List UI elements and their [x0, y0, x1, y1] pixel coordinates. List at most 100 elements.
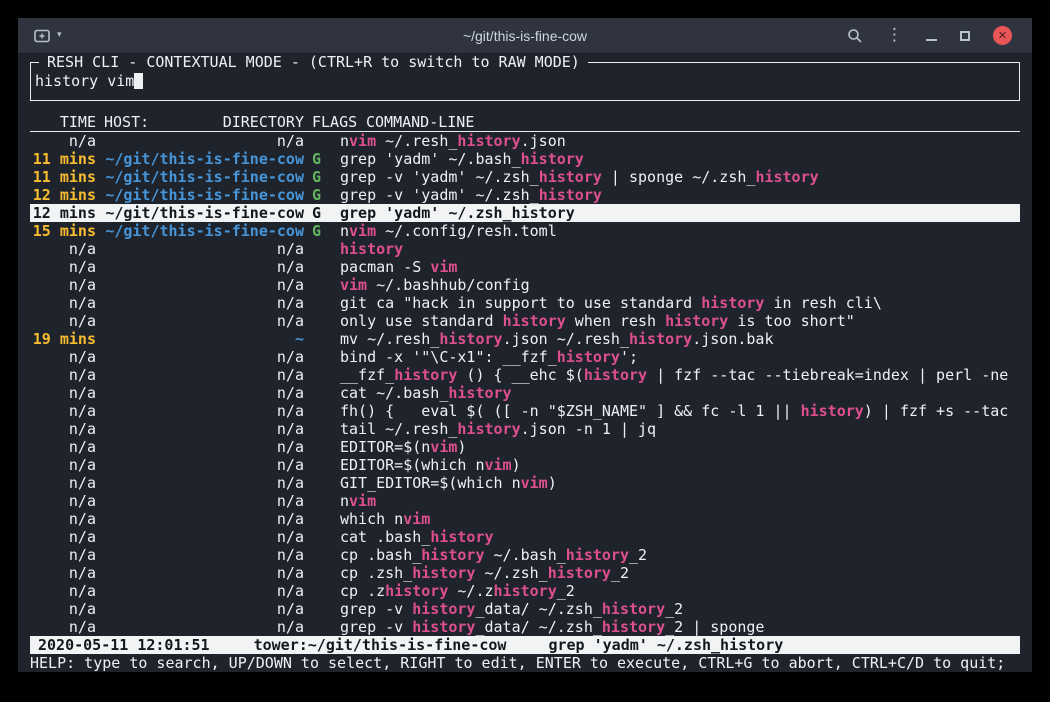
history-row[interactable]: n/an/agit ca "hack in support to use sta…: [30, 294, 1020, 312]
history-row[interactable]: n/an/acp .zsh_history ~/.zsh_history_2: [30, 564, 1020, 582]
command-text: cp .zsh_: [340, 564, 412, 582]
command-text: | fzf --tac --tiebreak=index | perl -ne: [647, 366, 1008, 384]
help-line: HELP: type to search, UP/DOWN to select,…: [30, 654, 1020, 672]
match-highlight: history: [701, 294, 764, 312]
history-row[interactable]: n/an/ahistory: [30, 240, 1020, 258]
row-host: ~: [104, 330, 304, 348]
history-row[interactable]: n/an/afh() { eval $( ([ -n "$ZSH_NAME" ]…: [30, 402, 1020, 420]
match-highlight: history: [539, 186, 602, 204]
row-time: n/a: [30, 492, 96, 510]
row-time: n/a: [30, 546, 96, 564]
command-text: ): [457, 438, 466, 456]
close-button[interactable]: ✕: [993, 26, 1012, 45]
history-row[interactable]: n/an/aEDITOR=$(which nvim): [30, 456, 1020, 474]
row-flags: G: [312, 186, 332, 204]
command-text: n: [340, 132, 349, 150]
history-row[interactable]: n/an/acp .bash_history ~/.bash_history_2: [30, 546, 1020, 564]
history-row[interactable]: n/an/anvim: [30, 492, 1020, 510]
command-text: git ca "hack in support to use standard: [340, 294, 701, 312]
history-row[interactable]: n/an/avim ~/.bashhub/config: [30, 276, 1020, 294]
restore-button[interactable]: [960, 31, 970, 41]
match-highlight: history: [430, 528, 493, 546]
row-flags: [312, 294, 332, 312]
history-row[interactable]: n/an/a__fzf_history () { __ehc $(history…: [30, 366, 1020, 384]
history-row[interactable]: n/an/aGIT_EDITOR=$(which nvim): [30, 474, 1020, 492]
row-time: n/a: [30, 384, 96, 402]
history-row[interactable]: 19 mins~mv ~/.resh_history.json ~/.resh_…: [30, 330, 1020, 348]
command-text: | sponge ~/.zsh_: [602, 168, 756, 186]
row-flags: [312, 402, 332, 420]
history-row[interactable]: n/an/awhich nvim: [30, 510, 1020, 528]
search-query-text: history vim: [35, 72, 134, 90]
history-row[interactable]: n/an/apacman -S vim: [30, 258, 1020, 276]
command-text: ~/.bash_: [485, 546, 566, 564]
history-row[interactable]: n/an/anvim ~/.resh_history.json: [30, 132, 1020, 150]
status-command: grep 'yadm' ~/.zsh_history: [548, 636, 783, 654]
history-row[interactable]: 11 mins~/git/this-is-fine-cowGgrep 'yadm…: [30, 150, 1020, 168]
row-command: __fzf_history () { __ehc $(history | fzf…: [340, 366, 1020, 384]
history-row[interactable]: n/an/acat ~/.bash_history: [30, 384, 1020, 402]
command-text: EDITOR=$(n: [340, 438, 430, 456]
match-highlight: vim: [349, 222, 376, 240]
command-text: grep -v 'yadm' ~/.zsh_: [340, 168, 539, 186]
row-host: ~/git/this-is-fine-cow: [104, 222, 304, 240]
new-tab-button[interactable]: ▾: [34, 29, 62, 43]
command-text: ) | fzf +s --tac: [864, 402, 1009, 420]
command-text: grep -v 'yadm' ~/.zsh_: [340, 186, 539, 204]
history-row[interactable]: n/an/agrep -v history_data/ ~/.zsh_histo…: [30, 618, 1020, 636]
row-host: n/a: [104, 474, 304, 492]
history-row[interactable]: n/an/aEDITOR=$(nvim): [30, 438, 1020, 456]
history-row[interactable]: 15 mins~/git/this-is-fine-cowGnvim ~/.co…: [30, 222, 1020, 240]
row-command: nvim ~/.resh_history.json: [340, 132, 1020, 150]
row-time: 19 mins: [30, 330, 96, 348]
history-row[interactable]: n/an/acp .zhistory ~/.zhistory_2: [30, 582, 1020, 600]
match-highlight: history: [557, 348, 620, 366]
row-time: n/a: [30, 366, 96, 384]
row-host: ~/git/this-is-fine-cow: [104, 186, 304, 204]
command-text: ~/.z: [448, 582, 493, 600]
row-time: 12 mins: [30, 186, 96, 204]
row-command: cat .bash_history: [340, 528, 1020, 546]
row-time: n/a: [30, 600, 96, 618]
row-command: nvim: [340, 492, 1020, 510]
row-host: n/a: [104, 456, 304, 474]
menu-button[interactable]: ⋮: [886, 27, 903, 44]
history-row[interactable]: n/an/abind -x '"\C-x1": __fzf_history';: [30, 348, 1020, 366]
minimize-button[interactable]: [926, 31, 937, 41]
command-text: GIT_EDITOR=$(which n: [340, 474, 521, 492]
row-flags: [312, 240, 332, 258]
match-highlight: vim: [349, 132, 376, 150]
row-command: GIT_EDITOR=$(which nvim): [340, 474, 1020, 492]
history-row[interactable]: n/an/acat .bash_history: [30, 528, 1020, 546]
row-command: nvim ~/.config/resh.toml: [340, 222, 1020, 240]
row-host: n/a: [104, 384, 304, 402]
row-host: n/a: [104, 276, 304, 294]
match-highlight: history: [412, 564, 475, 582]
history-row[interactable]: n/an/atail ~/.resh_history.json -n 1 | j…: [30, 420, 1020, 438]
command-text: _2: [557, 582, 575, 600]
search-button[interactable]: [847, 28, 863, 44]
history-row[interactable]: 12 mins ~/git/this-is-fine-cow Ggrep -v 'y…: [30, 186, 1020, 204]
row-time: n/a: [30, 402, 96, 420]
history-row[interactable]: n/an/aonly use standard history when res…: [30, 312, 1020, 330]
command-text: _2: [629, 546, 647, 564]
match-highlight: vim: [521, 474, 548, 492]
history-row-selected[interactable]: 12 mins~/git/this-is-fine-cowGgrep 'yadm…: [30, 204, 1020, 222]
command-text: bind -x '"\C-x1": __fzf_: [340, 348, 557, 366]
command-text: ~/.bashhub/config: [367, 276, 530, 294]
command-text: ~/.config/resh.toml: [376, 222, 557, 240]
row-flags: [312, 546, 332, 564]
row-flags: G: [312, 150, 332, 168]
match-highlight: vim: [349, 492, 376, 510]
row-command: tail ~/.resh_history.json -n 1 | jq: [340, 420, 1020, 438]
match-highlight: vim: [430, 258, 457, 276]
history-row[interactable]: 11 mins~/git/this-is-fine-cowGgrep -v 'y…: [30, 168, 1020, 186]
row-time: n/a: [30, 510, 96, 528]
match-highlight: history: [548, 564, 611, 582]
kebab-menu-icon: ⋮: [886, 27, 903, 44]
history-row[interactable]: n/an/agrep -v history_data/ ~/.zsh_histo…: [30, 600, 1020, 618]
terminal-content[interactable]: RESH CLI - CONTEXTUAL MODE - (CTRL+R to …: [18, 54, 1032, 672]
row-host: n/a: [104, 600, 304, 618]
row-time: n/a: [30, 564, 96, 582]
row-flags: [312, 312, 332, 330]
